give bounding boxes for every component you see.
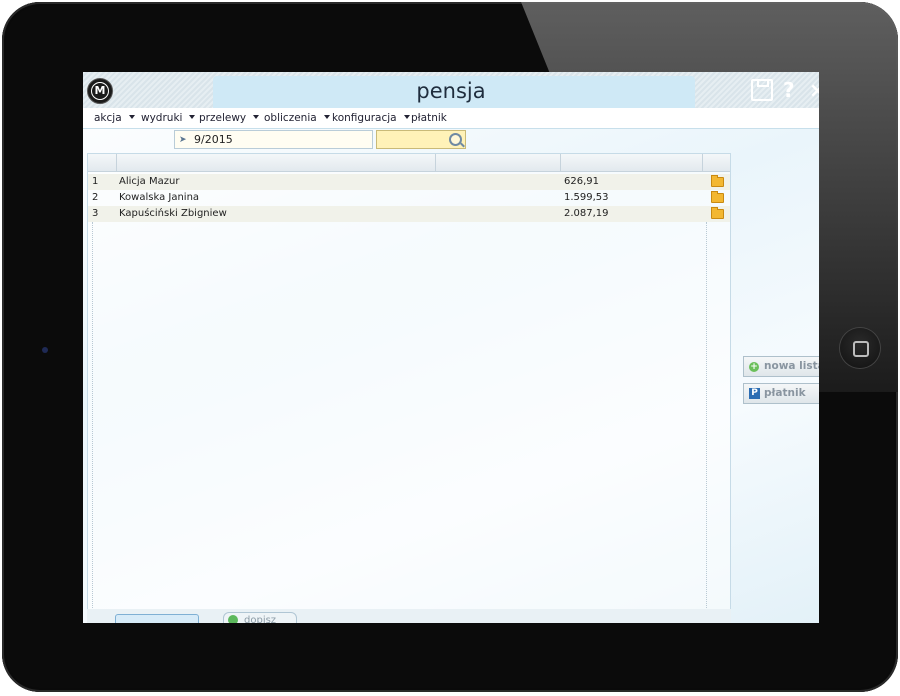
new-list-button[interactable]: + nowa lista [743, 356, 819, 377]
help-icon[interactable]: ? [783, 78, 795, 102]
payer-p-icon: P [749, 388, 760, 399]
menu-item-platnik[interactable]: płatnik [411, 112, 447, 124]
plus-circle-icon [228, 615, 238, 623]
table-row[interactable]: 2 Kowalska Janina 1.599,53 [88, 190, 730, 206]
table-row[interactable]: 3 Kapuściński Zbigniew 2.087,19 [88, 206, 730, 222]
menu-item-konfiguracja[interactable]: konfiguracja [332, 112, 410, 124]
folder-icon[interactable] [711, 175, 724, 187]
column-divider[interactable] [116, 154, 117, 171]
menu-item-wydruki[interactable]: wydruki [141, 112, 196, 124]
grid-guide [92, 222, 94, 610]
title-bar: M pensja ? × [83, 72, 819, 108]
payer-button[interactable]: P płatnik [743, 383, 819, 404]
page-title: pensja [416, 79, 486, 103]
camera-dot [42, 347, 48, 353]
close-icon[interactable]: × [809, 78, 819, 102]
salary-amount: 626,91 [564, 176, 599, 187]
menu-item-label: konfiguracja [332, 112, 397, 124]
chevron-down-icon [253, 115, 260, 119]
salary-amount: 2.087,19 [564, 208, 609, 219]
menu-item-obliczenia[interactable]: obliczenia [264, 112, 330, 124]
chevron-down-icon [403, 115, 410, 119]
save-icon[interactable] [751, 79, 773, 101]
employee-name: Kowalska Janina [119, 192, 200, 203]
grid-guide [706, 222, 708, 610]
menu-item-label: wydruki [141, 112, 183, 124]
chevron-down-icon [128, 115, 135, 119]
chevron-down-icon [323, 115, 330, 119]
add-button[interactable]: dopisz [223, 612, 297, 623]
folder-icon[interactable] [711, 207, 724, 219]
menu-item-label: obliczenia [264, 112, 317, 124]
employee-name: Alicja Mazur [119, 176, 180, 187]
menu-item-label: akcja [94, 112, 122, 124]
add-button-label: dopisz [244, 615, 277, 623]
menu-item-przelewy[interactable]: przelewy [199, 112, 260, 124]
arrow-right-icon: ➤ [179, 135, 187, 145]
column-divider[interactable] [702, 154, 703, 171]
employee-name: Kapuściński Zbigniew [119, 208, 227, 219]
home-square-icon [853, 341, 869, 357]
row-number: 3 [92, 208, 99, 219]
search-icon[interactable] [449, 133, 462, 146]
app-screen: M pensja ? × akcja wydruki przelewy obli… [83, 72, 819, 623]
period-selector[interactable]: ➤ 9/2015 [174, 130, 373, 149]
new-list-label: nowa lista [764, 360, 819, 372]
search-input[interactable] [376, 130, 466, 149]
payer-label: płatnik [764, 387, 806, 399]
table-header [88, 154, 730, 172]
menu-item-akcja[interactable]: akcja [94, 112, 135, 124]
column-divider[interactable] [435, 154, 436, 171]
period-value: 9/2015 [194, 133, 233, 146]
home-button[interactable] [840, 328, 880, 368]
menu-bar: akcja wydruki przelewy obliczenia konfig… [83, 108, 819, 129]
menu-item-label: przelewy [199, 112, 247, 124]
chevron-down-icon [189, 115, 196, 119]
plus-circle-icon: + [749, 362, 759, 372]
primary-button[interactable] [115, 614, 199, 623]
folder-icon[interactable] [711, 191, 724, 203]
menu-item-label: płatnik [411, 112, 447, 124]
salary-amount: 1.599,53 [564, 192, 609, 203]
row-number: 1 [92, 176, 99, 187]
column-divider[interactable] [560, 154, 561, 171]
table-row[interactable]: 1 Alicja Mazur 626,91 [88, 174, 730, 190]
employee-table: 1 Alicja Mazur 626,91 2 Kowalska Janina … [87, 153, 731, 613]
row-number: 2 [92, 192, 99, 203]
